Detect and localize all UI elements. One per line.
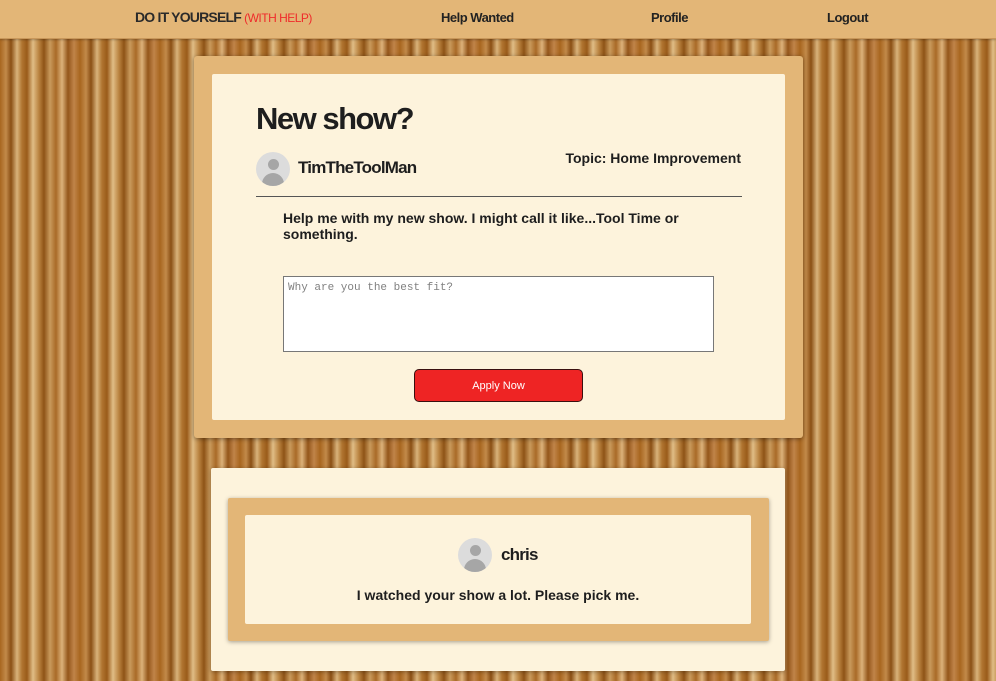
avatar-head-shape: [268, 159, 279, 170]
brand-logo[interactable]: DO IT YOURSELF (WITH HELP): [135, 9, 312, 25]
avatar-head-shape: [470, 545, 481, 556]
avatar-body-shape: [262, 173, 284, 186]
post-author-name[interactable]: TimTheToolMan: [298, 158, 417, 178]
apply-now-button[interactable]: Apply Now: [414, 369, 583, 402]
nav-link-help-wanted[interactable]: Help Wanted: [441, 10, 514, 25]
brand-accent: (WITH HELP): [244, 11, 312, 25]
top-navbar: DO IT YOURSELF (WITH HELP) Help Wanted P…: [0, 0, 996, 39]
nav-link-profile[interactable]: Profile: [651, 10, 688, 25]
post-description: Help me with my new show. I might call i…: [283, 210, 679, 242]
application-textarea[interactable]: [283, 276, 714, 352]
reply-message: I watched your show a lot. Please pick m…: [356, 587, 640, 603]
replies-panel: chris I watched your show a lot. Please …: [211, 468, 785, 671]
reply-frame: chris I watched your show a lot. Please …: [228, 498, 769, 641]
post-card: New show? TimTheToolMan Topic: Home Impr…: [212, 74, 785, 420]
reply-author-name[interactable]: chris: [501, 545, 538, 565]
post-frame: New show? TimTheToolMan Topic: Home Impr…: [194, 56, 803, 438]
user-avatar-icon: [458, 538, 492, 572]
nav-link-logout[interactable]: Logout: [827, 10, 869, 25]
post-title: New show?: [256, 101, 415, 136]
post-divider: [256, 196, 742, 197]
reply-card: chris I watched your show a lot. Please …: [245, 515, 751, 624]
post-topic: Topic: Home Improvement: [565, 150, 741, 166]
avatar-body-shape: [464, 559, 486, 572]
user-avatar-icon: [256, 152, 290, 186]
brand-name: DO IT YOURSELF: [135, 9, 242, 25]
